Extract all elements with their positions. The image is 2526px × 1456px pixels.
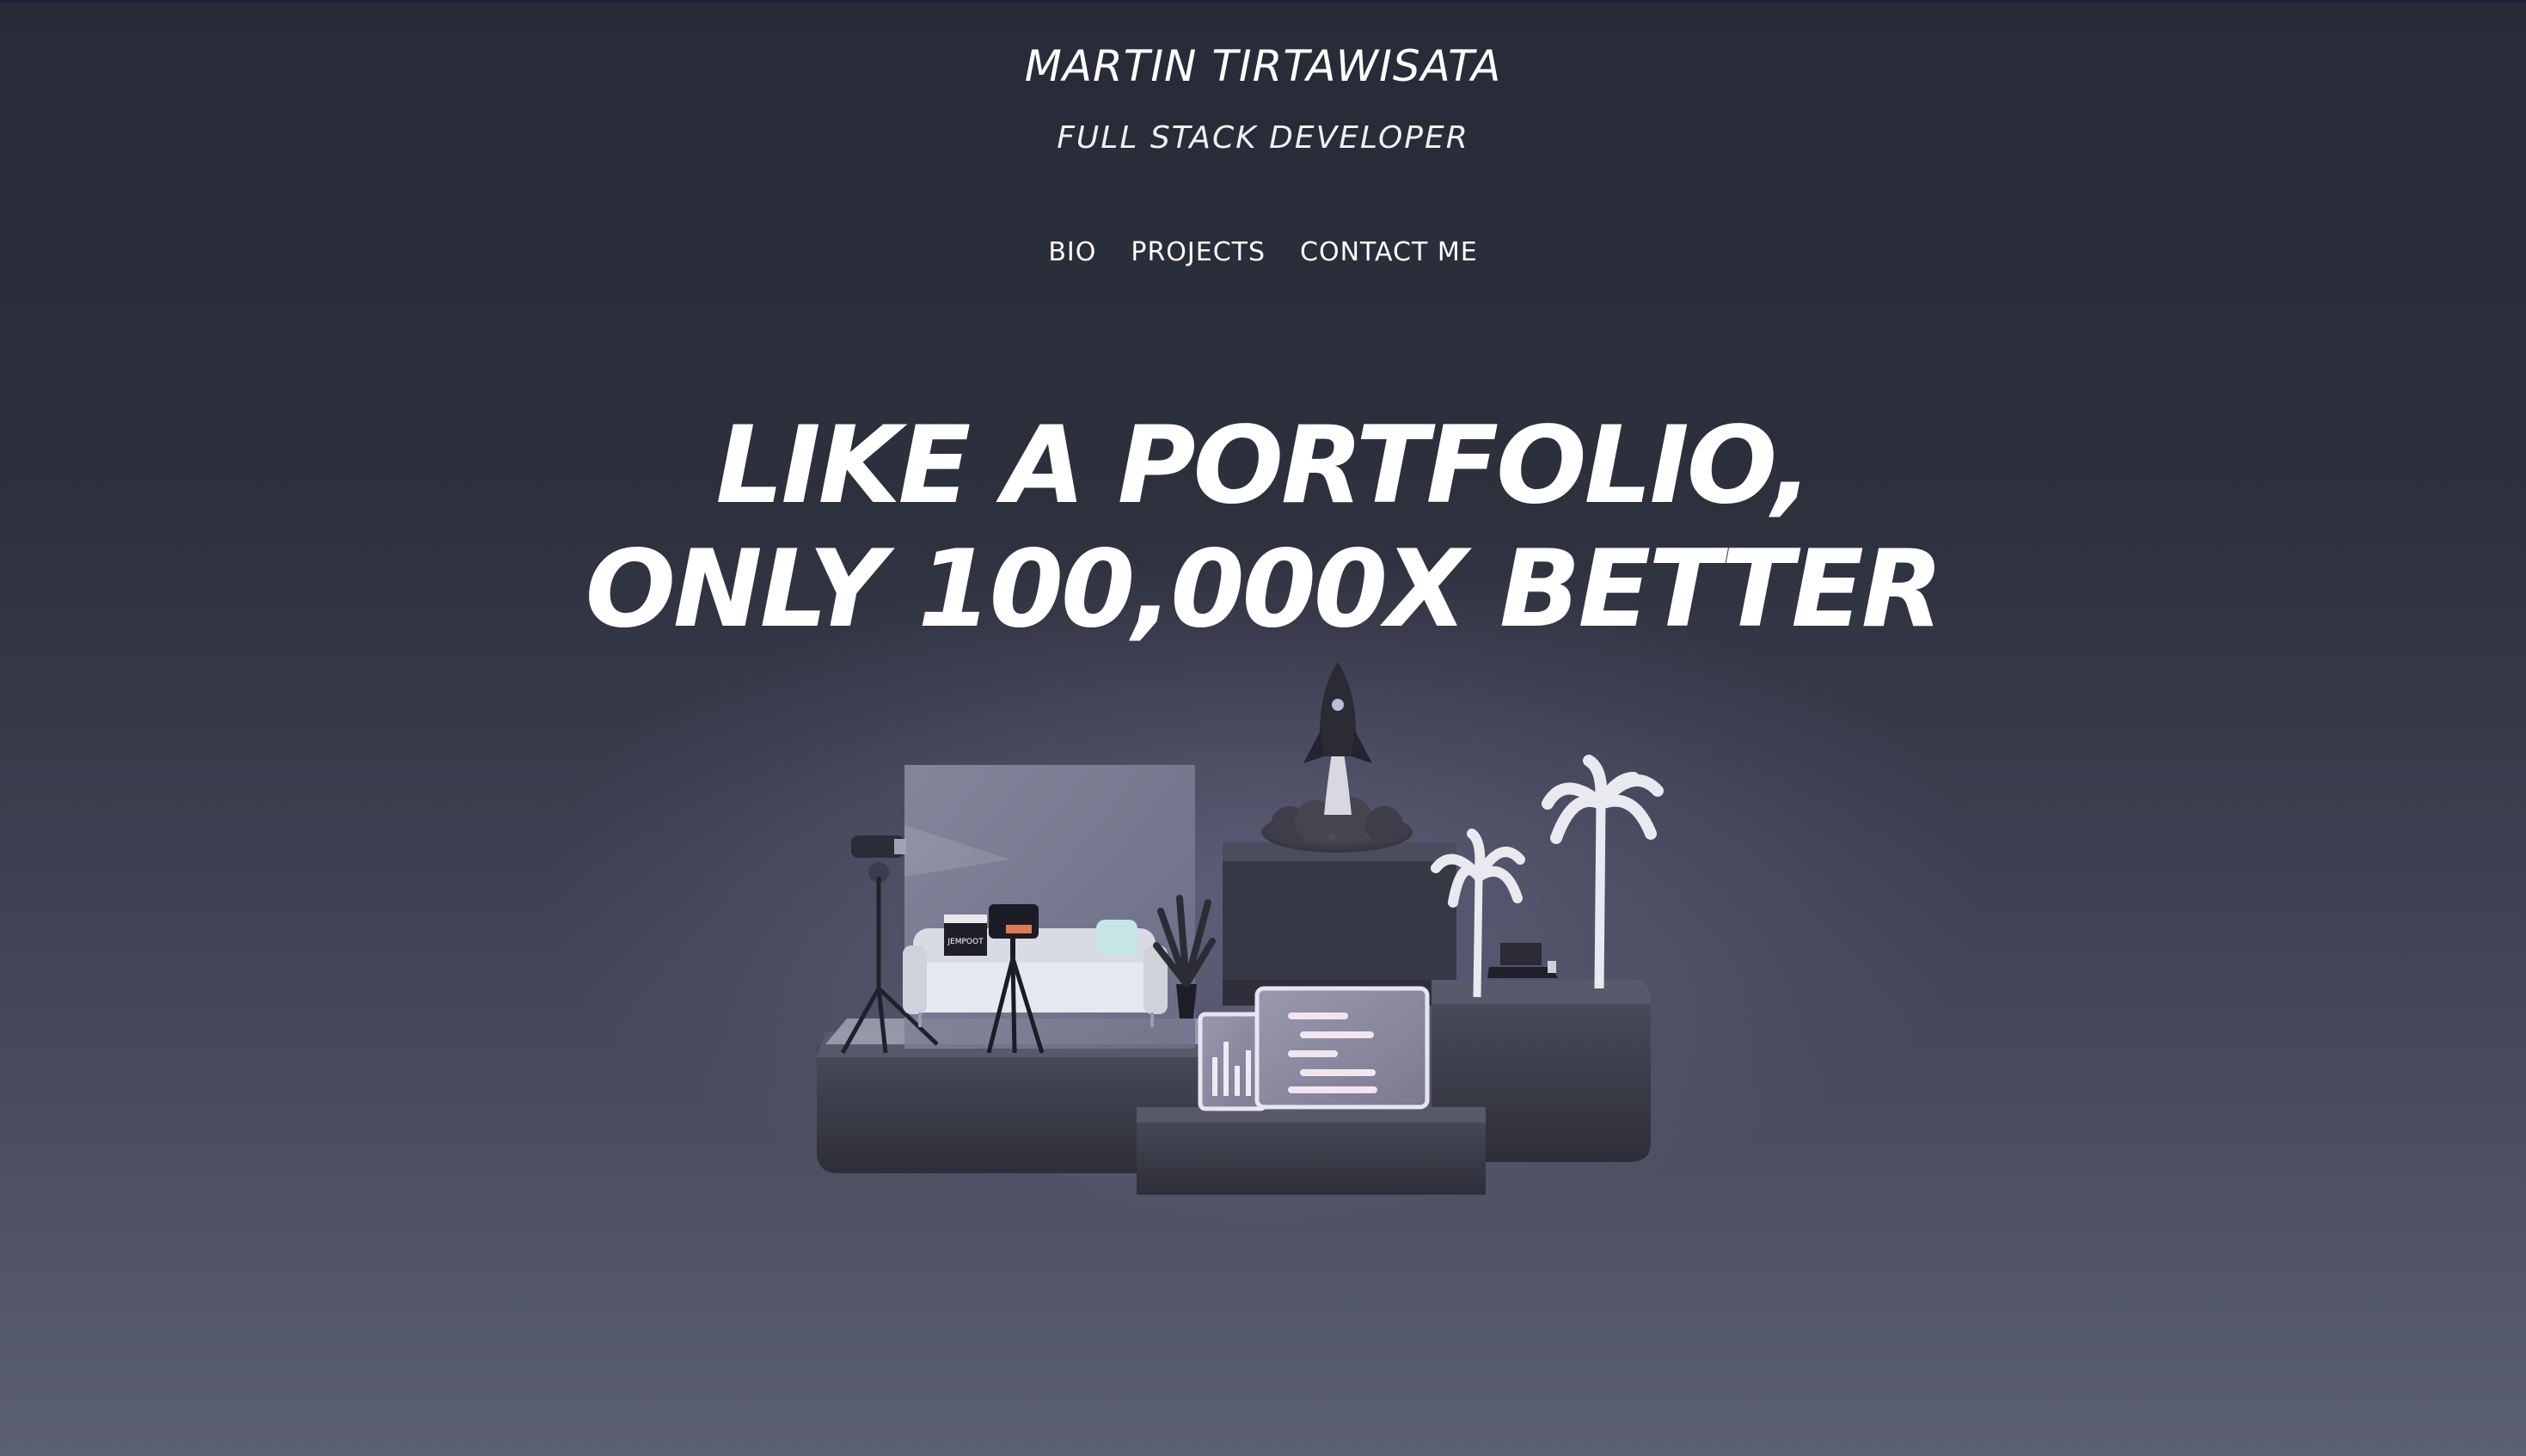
front-block bbox=[1137, 1107, 1486, 1195]
laptop-icon bbox=[1487, 943, 1558, 978]
palm-tree-large-icon bbox=[1542, 755, 1664, 989]
clapperboard-label: JEMPOOT bbox=[947, 938, 984, 946]
rocket-launch-icon bbox=[1261, 662, 1413, 853]
clapperboard-icon: JEMPOOT bbox=[944, 915, 987, 956]
text-lines-card-icon bbox=[1254, 986, 1430, 1110]
center-block bbox=[1223, 842, 1456, 1006]
hero-illustration: JEMPOOT bbox=[817, 662, 1664, 1195]
